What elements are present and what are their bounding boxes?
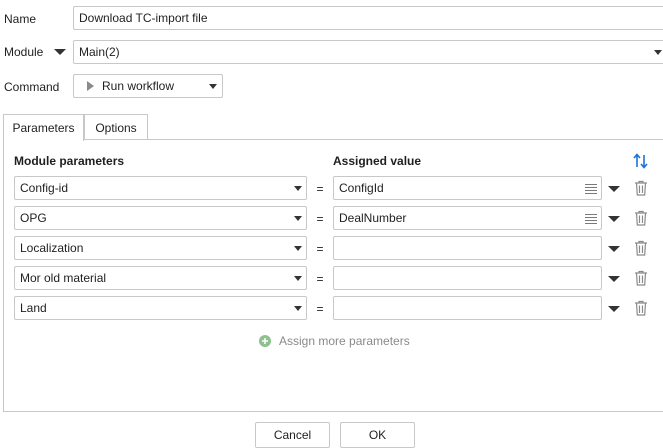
value-input[interactable]: DealNumber xyxy=(333,206,602,230)
value-input[interactable]: ConfigId xyxy=(333,176,602,200)
param-select-value: Localization xyxy=(20,241,84,255)
param-select[interactable]: OPG xyxy=(14,206,307,230)
trash-icon[interactable] xyxy=(634,240,648,256)
cancel-button-label: Cancel xyxy=(273,428,312,442)
module-select-value: Main(2) xyxy=(79,45,120,59)
assign-more-label: Assign more parameters xyxy=(279,334,410,348)
module-expand-icon[interactable] xyxy=(54,49,66,55)
param-select[interactable]: Config-id xyxy=(14,176,307,200)
command-select-value: Run workflow xyxy=(102,79,175,93)
cancel-button[interactable]: Cancel xyxy=(255,422,330,448)
value-options-icon[interactable] xyxy=(608,246,620,252)
value-input-text: DealNumber xyxy=(339,211,407,225)
command-label: Command xyxy=(4,80,60,94)
trash-icon[interactable] xyxy=(634,270,648,286)
value-options-icon[interactable] xyxy=(608,276,620,282)
value-input[interactable] xyxy=(333,296,602,320)
sort-icon[interactable] xyxy=(632,152,650,170)
value-input[interactable] xyxy=(333,266,602,290)
param-select-value: Mor old material xyxy=(20,271,107,285)
value-input-text: ConfigId xyxy=(339,181,384,195)
tab-options[interactable]: Options xyxy=(84,114,148,140)
param-select-value: Land xyxy=(20,301,47,315)
trash-icon[interactable] xyxy=(634,180,648,196)
add-circle-icon xyxy=(259,335,271,347)
value-options-icon[interactable] xyxy=(608,186,620,192)
play-icon xyxy=(87,81,94,91)
chevron-down-icon[interactable] xyxy=(294,246,302,251)
param-select[interactable]: Land xyxy=(14,296,307,320)
value-options-icon[interactable] xyxy=(608,306,620,312)
name-label: Name xyxy=(4,12,37,26)
chevron-down-icon[interactable] xyxy=(654,50,662,55)
chevron-down-icon[interactable] xyxy=(294,186,302,191)
tab-options-label: Options xyxy=(95,120,137,135)
value-options-icon[interactable] xyxy=(608,216,620,222)
assigned-value-header: Assigned value xyxy=(333,154,422,168)
param-select-value: Config-id xyxy=(20,181,69,195)
equals-sign: = xyxy=(316,212,324,226)
equals-sign: = xyxy=(316,302,324,316)
chevron-down-icon[interactable] xyxy=(294,306,302,311)
command-select[interactable]: Run workflow xyxy=(73,74,223,98)
list-icon[interactable] xyxy=(585,214,597,224)
equals-sign: = xyxy=(316,272,324,286)
ok-button-label: OK xyxy=(368,428,387,442)
param-select[interactable]: Mor old material xyxy=(14,266,307,290)
module-parameters-header: Module parameters xyxy=(14,154,125,168)
module-select[interactable]: Main(2) xyxy=(73,40,663,64)
list-icon[interactable] xyxy=(585,184,597,194)
assign-more-parameters-link[interactable]: Assign more parameters xyxy=(259,334,410,348)
equals-sign: = xyxy=(316,182,324,196)
equals-sign: = xyxy=(316,242,324,256)
module-label: Module xyxy=(4,45,44,59)
tab-parameters-label: Parameters xyxy=(12,121,75,135)
tab-parameters[interactable]: Parameters xyxy=(3,114,84,141)
name-input-value: Download TC-import file xyxy=(79,11,208,25)
param-select[interactable]: Localization xyxy=(14,236,307,260)
chevron-down-icon[interactable] xyxy=(209,84,217,89)
trash-icon[interactable] xyxy=(634,210,648,226)
value-input[interactable] xyxy=(333,236,602,260)
chevron-down-icon[interactable] xyxy=(294,276,302,281)
ok-button[interactable]: OK xyxy=(340,422,415,448)
param-select-value: OPG xyxy=(20,211,47,225)
trash-icon[interactable] xyxy=(634,300,648,316)
name-input[interactable]: Download TC-import file xyxy=(73,6,663,30)
chevron-down-icon[interactable] xyxy=(294,216,302,221)
